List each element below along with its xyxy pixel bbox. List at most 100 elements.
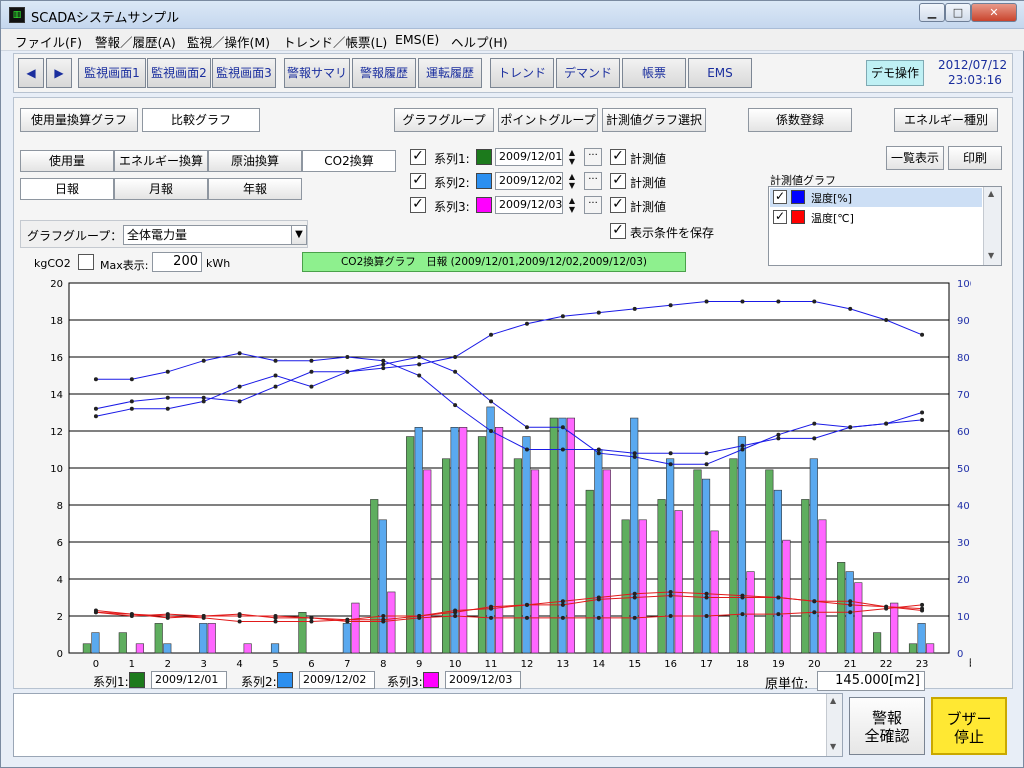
chevron-down-icon[interactable]: ▼: [291, 225, 307, 245]
series3-spin-icon[interactable]: ▲ ▼: [565, 196, 579, 214]
tool-ems-button[interactable]: EMS: [688, 58, 752, 88]
temperature-point: [273, 619, 278, 624]
unit-price-value: 145.000[m2]: [817, 671, 925, 691]
series2-more-button[interactable]: ···: [584, 172, 602, 190]
menu-alarm[interactable]: 警報／履歴(A): [95, 32, 176, 51]
ack-all-button[interactable]: 警報 全確認: [849, 697, 925, 755]
tab-usage-conversion-graph[interactable]: 使用量換算グラフ: [20, 108, 138, 132]
y-tick-label: 10: [50, 464, 63, 475]
scroll-down-icon[interactable]: ▼: [988, 251, 994, 260]
scroll-up-icon[interactable]: ▲: [988, 189, 994, 198]
energy-type-button[interactable]: エネルギー種別: [894, 108, 998, 132]
demo-operation-button[interactable]: デモ操作: [866, 60, 924, 86]
temperature-color-swatch: [791, 210, 805, 224]
series1-color-swatch[interactable]: [476, 149, 492, 165]
buzzer-stop-label: ブザー 停止: [946, 710, 992, 746]
menu-help[interactable]: ヘルプ(H): [451, 32, 508, 51]
legend-series3-date: 2009/12/03: [445, 671, 521, 689]
list-scrollbar[interactable]: ▲ ▼: [983, 187, 1001, 265]
menu-file[interactable]: ファイル(F): [15, 32, 82, 51]
scroll-down-icon[interactable]: ▼: [830, 742, 836, 751]
series1-meas-checkbox[interactable]: ✓: [610, 149, 626, 165]
menu-ems[interactable]: EMS(E): [395, 32, 439, 47]
x-tick-label: 2: [165, 659, 171, 670]
max-value-field[interactable]: 200: [152, 252, 202, 272]
graph-group-select[interactable]: 全体電力量: [123, 225, 293, 245]
series3-date-field[interactable]: 2009/12/03: [495, 196, 563, 214]
tab-crude-oil-conversion[interactable]: 原油換算: [208, 150, 302, 172]
series3-color-swatch[interactable]: [476, 197, 492, 213]
next-icon[interactable]: ▶: [46, 58, 72, 88]
series2-color-swatch[interactable]: [476, 173, 492, 189]
y-tick-label: 20: [50, 279, 63, 290]
buzzer-stop-button[interactable]: ブザー 停止: [931, 697, 1007, 755]
message-area[interactable]: ▲ ▼: [13, 693, 843, 757]
menu-monitor[interactable]: 監視／操作(M): [187, 32, 270, 51]
tool-monitor1-button[interactable]: 監視画面1: [78, 58, 146, 88]
tool-report-button[interactable]: 帳票: [622, 58, 686, 88]
list-view-button[interactable]: 一覧表示: [886, 146, 944, 170]
tool-monitor3-button[interactable]: 監視画面3: [212, 58, 276, 88]
tool-alarm-summary-button[interactable]: 警報サマリ: [284, 58, 350, 88]
close-icon[interactable]: ✕: [971, 3, 1017, 22]
bar: [441, 458, 451, 654]
humidity-point: [417, 362, 422, 367]
humidity-point: [668, 303, 673, 308]
graph-group-button[interactable]: グラフグループ: [394, 108, 494, 132]
bar: [513, 458, 522, 654]
y-tick-label: 12: [50, 427, 63, 438]
y-tick-label: 18: [50, 316, 63, 327]
menu-trend[interactable]: トレンド／帳票(L): [283, 32, 387, 51]
max-display-checkbox[interactable]: [78, 254, 94, 270]
series1-date-field[interactable]: 2009/12/01: [495, 148, 563, 166]
tab-yearly[interactable]: 年報: [208, 178, 302, 200]
tab-monthly[interactable]: 月報: [114, 178, 208, 200]
humidity-checkbox[interactable]: ✓: [773, 190, 787, 204]
humidity-point: [560, 314, 565, 319]
tool-operation-history-button[interactable]: 運転履歴: [418, 58, 482, 88]
minimize-icon[interactable]: ▁: [919, 3, 945, 22]
tool-monitor2-button[interactable]: 監視画面2: [147, 58, 211, 88]
print-button[interactable]: 印刷: [948, 146, 1002, 170]
bar: [423, 469, 432, 654]
tab-daily[interactable]: 日報: [20, 178, 114, 200]
y-tick-label: 0: [57, 649, 63, 660]
temperature-checkbox[interactable]: ✓: [773, 210, 787, 224]
tool-demand-button[interactable]: デマンド: [556, 58, 620, 88]
series2-checkbox[interactable]: ✓: [410, 173, 426, 189]
message-scrollbar[interactable]: ▲ ▼: [826, 694, 842, 756]
bar: [370, 499, 379, 654]
point-group-button[interactable]: ポイントグループ: [498, 108, 598, 132]
maximize-icon[interactable]: □: [945, 3, 971, 22]
humidity-point: [237, 399, 242, 404]
humidity-point: [812, 436, 817, 441]
scroll-up-icon[interactable]: ▲: [830, 696, 836, 705]
humidity-color-swatch: [791, 190, 805, 204]
tab-energy-conversion[interactable]: エネルギー換算: [114, 150, 208, 172]
save-conditions-checkbox[interactable]: ✓: [610, 223, 626, 239]
y-tick-label: 8: [57, 501, 63, 512]
series3-checkbox[interactable]: ✓: [410, 197, 426, 213]
humidity-point: [165, 395, 170, 400]
series2-meas-checkbox[interactable]: ✓: [610, 173, 626, 189]
temperature-point: [920, 608, 925, 613]
humidity-point: [524, 321, 529, 326]
tool-alarm-history-button[interactable]: 警報履歴: [352, 58, 416, 88]
series2-date-field[interactable]: 2009/12/02: [495, 172, 563, 190]
tool-trend-button[interactable]: トレンド: [490, 58, 554, 88]
series1-spin-icon[interactable]: ▲ ▼: [565, 148, 579, 166]
series2-spin-icon[interactable]: ▲ ▼: [565, 172, 579, 190]
tab-co2-conversion[interactable]: CO2換算: [302, 150, 396, 172]
measurement-graph-select-button[interactable]: 計測値グラフ選択: [602, 108, 706, 132]
series1-checkbox[interactable]: ✓: [410, 149, 426, 165]
prev-icon[interactable]: ◀: [18, 58, 44, 88]
temperature-point: [417, 615, 422, 620]
series3-meas-checkbox[interactable]: ✓: [610, 197, 626, 213]
x-tick-label: 23: [916, 659, 929, 670]
coefficient-register-button[interactable]: 係数登録: [748, 108, 852, 132]
tab-usage[interactable]: 使用量: [20, 150, 114, 172]
tab-comparison-graph[interactable]: 比較グラフ: [142, 108, 260, 132]
humidity-point: [273, 373, 278, 378]
series1-more-button[interactable]: ···: [584, 148, 602, 166]
series3-more-button[interactable]: ···: [584, 196, 602, 214]
